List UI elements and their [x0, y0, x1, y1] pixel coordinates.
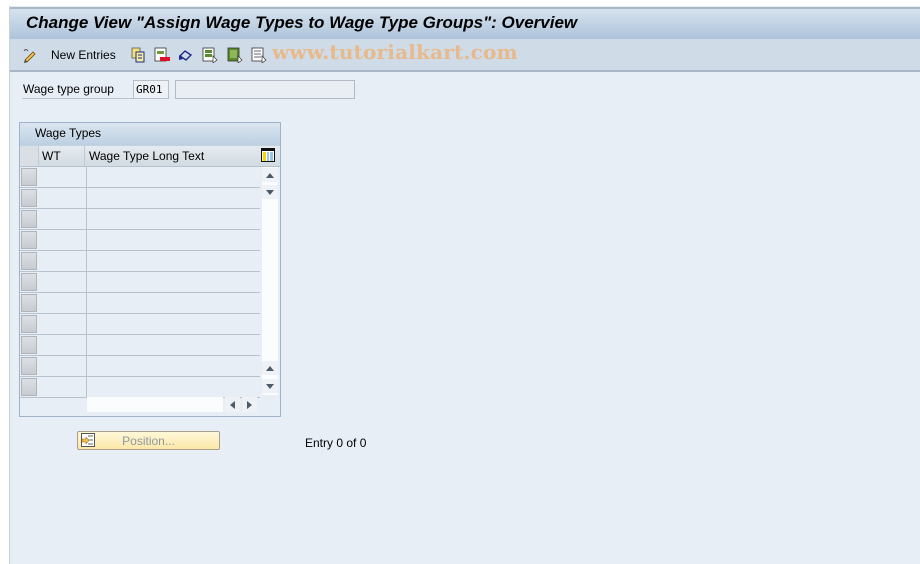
column-divider	[86, 335, 87, 356]
column-divider	[86, 356, 87, 377]
wage-type-group-field: GR01	[133, 80, 169, 99]
page-down-button[interactable]	[262, 185, 278, 199]
vertical-scrollbar[interactable]	[262, 167, 278, 395]
new-entries-label: New Entries	[51, 48, 116, 62]
copy-icon	[131, 47, 145, 63]
arrow-up-icon	[266, 172, 274, 178]
deselect-all-icon	[251, 47, 267, 63]
application-toolbar: New Entries www.tutorialkart.com	[10, 39, 920, 72]
column-divider	[86, 272, 87, 293]
wage-types-table: Wage Types WT Wage Type Long Text	[19, 122, 281, 417]
watermark-text: www.tutorialkart.com	[272, 40, 518, 64]
table-row[interactable]	[20, 167, 260, 188]
copy-as-button[interactable]	[130, 46, 146, 64]
row-selector[interactable]	[21, 294, 37, 312]
table-row[interactable]	[20, 335, 260, 356]
arrow-down-icon	[266, 189, 274, 195]
column-divider	[86, 209, 87, 230]
arrow-up-icon	[266, 365, 274, 371]
horizontal-scrollbar[interactable]	[87, 397, 223, 412]
delete-icon	[154, 47, 170, 62]
table-row[interactable]	[20, 377, 260, 398]
column-divider	[86, 293, 87, 314]
column-divider	[86, 167, 87, 188]
table-row[interactable]	[20, 230, 260, 251]
select-all-rows-button[interactable]	[20, 146, 39, 166]
arrow-left-icon	[230, 400, 235, 409]
page-up-button[interactable]	[262, 361, 278, 375]
column-divider	[86, 251, 87, 272]
scroll-right-button[interactable]	[242, 397, 257, 412]
table-title-bar: Wage Types	[20, 123, 280, 146]
table-row[interactable]	[20, 188, 260, 209]
row-selector[interactable]	[21, 210, 37, 228]
position-button[interactable]: Position...	[77, 431, 220, 450]
position-button-label: Position...	[122, 434, 175, 448]
display-change-button[interactable]	[22, 46, 38, 64]
entry-status: Entry 0 of 0	[305, 436, 367, 450]
row-selector[interactable]	[21, 357, 37, 375]
table-row[interactable]	[20, 251, 260, 272]
select-block-icon	[227, 47, 243, 63]
arrow-down-icon	[266, 383, 274, 389]
column-header-long-text[interactable]: Wage Type Long Text	[86, 146, 260, 166]
table-header: WT Wage Type Long Text	[20, 146, 280, 167]
undo-change-button[interactable]	[178, 46, 194, 64]
row-selector[interactable]	[21, 273, 37, 291]
column-divider	[86, 377, 87, 398]
table-body	[20, 167, 260, 398]
select-all-icon	[202, 47, 218, 63]
row-selector[interactable]	[21, 378, 37, 396]
row-selector[interactable]	[21, 336, 37, 354]
deselect-all-button[interactable]	[251, 46, 267, 64]
table-row[interactable]	[20, 356, 260, 377]
page-title: Change View "Assign Wage Types to Wage T…	[26, 13, 578, 32]
row-selector[interactable]	[21, 168, 37, 186]
edit-pencil-icon	[23, 49, 36, 63]
table-title: Wage Types	[35, 126, 102, 140]
sap-window: Change View "Assign Wage Types to Wage T…	[9, 6, 920, 564]
scroll-up-button[interactable]	[262, 168, 278, 182]
arrow-right-icon	[247, 400, 252, 409]
wage-type-group-description	[175, 80, 355, 99]
column-divider	[86, 230, 87, 251]
table-settings-icon[interactable]	[261, 148, 275, 162]
row-selector[interactable]	[21, 189, 37, 207]
column-divider	[86, 188, 87, 209]
column-header-wt[interactable]: WT	[39, 146, 85, 166]
select-all-button[interactable]	[202, 46, 218, 64]
row-selector[interactable]	[21, 231, 37, 249]
row-selector[interactable]	[21, 252, 37, 270]
title-bar: Change View "Assign Wage Types to Wage T…	[10, 7, 920, 40]
column-divider	[86, 314, 87, 335]
table-row[interactable]	[20, 272, 260, 293]
table-row[interactable]	[20, 293, 260, 314]
wage-type-group-label: Wage type group	[22, 80, 133, 99]
table-row[interactable]	[20, 314, 260, 335]
delete-button[interactable]	[154, 46, 170, 64]
scroll-down-button[interactable]	[262, 379, 278, 393]
row-selector[interactable]	[21, 315, 37, 333]
undo-icon	[178, 50, 193, 61]
select-block-button[interactable]	[227, 46, 243, 64]
table-row[interactable]	[20, 209, 260, 230]
new-entries-button[interactable]: New Entries	[51, 46, 116, 64]
scroll-left-button[interactable]	[225, 397, 240, 412]
